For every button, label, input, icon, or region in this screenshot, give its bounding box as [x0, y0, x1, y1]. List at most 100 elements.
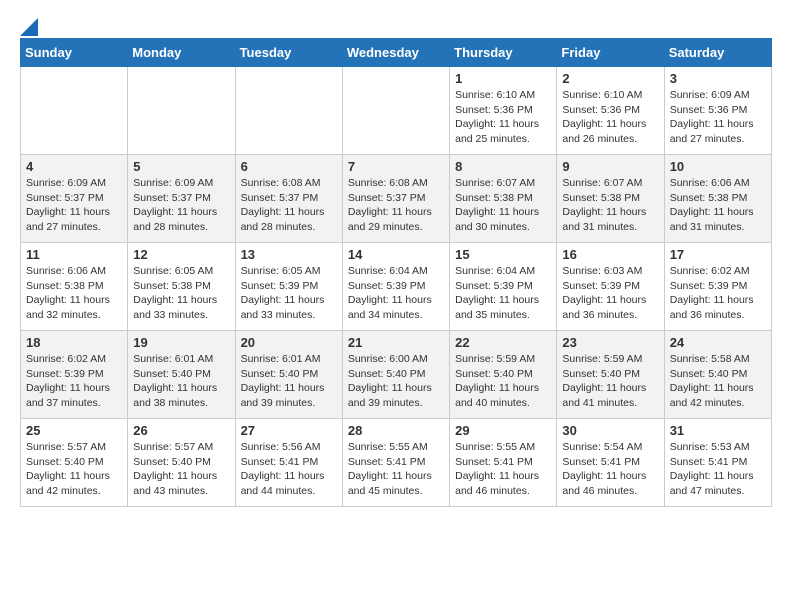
day-number: 10 — [670, 159, 766, 174]
calendar-cell: 17 Sunrise: 6:02 AMSunset: 5:39 PMDayligh… — [664, 243, 771, 331]
day-number: 9 — [562, 159, 658, 174]
calendar-cell: 15 Sunrise: 6:04 AMSunset: 5:39 PMDayligh… — [450, 243, 557, 331]
day-info: Sunrise: 5:59 AMSunset: 5:40 PMDaylight:… — [455, 352, 551, 411]
calendar-week-row: 25 Sunrise: 5:57 AMSunset: 5:40 PMDayligh… — [21, 419, 772, 507]
calendar-cell — [21, 67, 128, 155]
calendar-cell: 6Sunrise: 6:08 AMSunset: 5:37 PMDaylight… — [235, 155, 342, 243]
day-info: Sunrise: 6:02 AMSunset: 5:39 PMDaylight:… — [670, 264, 766, 323]
day-number: 11 — [26, 247, 122, 262]
calendar-cell: 25 Sunrise: 5:57 AMSunset: 5:40 PMDayligh… — [21, 419, 128, 507]
calendar-cell: 4 Sunrise: 6:09 AMSunset: 5:37 PMDaylight… — [21, 155, 128, 243]
day-number: 26 — [133, 423, 229, 438]
day-number: 15 — [455, 247, 551, 262]
calendar-cell — [235, 67, 342, 155]
day-info: Sunrise: 6:00 AMSunset: 5:40 PMDaylight:… — [348, 352, 444, 411]
day-info: Sunrise: 6:02 AMSunset: 5:39 PMDaylight:… — [26, 352, 122, 411]
day-info: Sunrise: 5:57 AMSunset: 5:40 PMDaylight:… — [133, 440, 229, 499]
day-info: Sunrise: 5:53 AMSunset: 5:41 PMDaylight:… — [670, 440, 766, 499]
day-info: Sunrise: 6:07 AMSunset: 5:38 PMDaylight:… — [562, 176, 658, 235]
day-info: Sunrise: 5:58 AMSunset: 5:40 PMDaylight:… — [670, 352, 766, 411]
day-info: Sunrise: 6:10 AMSunset: 5:36 PMDaylight:… — [455, 88, 551, 147]
calendar-cell — [128, 67, 235, 155]
calendar-week-row: 18 Sunrise: 6:02 AMSunset: 5:39 PMDayligh… — [21, 331, 772, 419]
day-info: Sunrise: 6:06 AMSunset: 5:38 PMDaylight:… — [670, 176, 766, 235]
calendar-cell: 22 Sunrise: 5:59 AMSunset: 5:40 PMDayligh… — [450, 331, 557, 419]
day-number: 5 — [133, 159, 229, 174]
day-number: 7 — [348, 159, 444, 174]
day-info: Sunrise: 5:55 AMSunset: 5:41 PMDaylight:… — [348, 440, 444, 499]
day-number: 8 — [455, 159, 551, 174]
calendar-cell: 18 Sunrise: 6:02 AMSunset: 5:39 PMDayligh… — [21, 331, 128, 419]
day-info: Sunrise: 6:04 AMSunset: 5:39 PMDaylight:… — [455, 264, 551, 323]
day-info: Sunrise: 6:07 AMSunset: 5:38 PMDaylight:… — [455, 176, 551, 235]
day-info: Sunrise: 6:10 AMSunset: 5:36 PMDaylight:… — [562, 88, 658, 147]
calendar-header-sunday: Sunday — [21, 39, 128, 67]
day-number: 23 — [562, 335, 658, 350]
calendar-week-row: 4 Sunrise: 6:09 AMSunset: 5:37 PMDaylight… — [21, 155, 772, 243]
day-number: 2 — [562, 71, 658, 86]
day-number: 30 — [562, 423, 658, 438]
day-number: 22 — [455, 335, 551, 350]
calendar-cell: 5 Sunrise: 6:09 AMSunset: 5:37 PMDaylight… — [128, 155, 235, 243]
day-number: 18 — [26, 335, 122, 350]
day-number: 1 — [455, 71, 551, 86]
calendar-week-row: 11Sunrise: 6:06 AMSunset: 5:38 PMDayligh… — [21, 243, 772, 331]
day-number: 27 — [241, 423, 337, 438]
calendar-cell: 12Sunrise: 6:05 AMSunset: 5:38 PMDayligh… — [128, 243, 235, 331]
day-info: Sunrise: 5:57 AMSunset: 5:40 PMDaylight:… — [26, 440, 122, 499]
day-info: Sunrise: 6:01 AMSunset: 5:40 PMDaylight:… — [241, 352, 337, 411]
calendar-header-friday: Friday — [557, 39, 664, 67]
calendar-header-tuesday: Tuesday — [235, 39, 342, 67]
day-number: 16 — [562, 247, 658, 262]
calendar-cell: 21 Sunrise: 6:00 AMSunset: 5:40 PMDayligh… — [342, 331, 449, 419]
day-number: 13 — [241, 247, 337, 262]
day-info: Sunrise: 6:09 AMSunset: 5:37 PMDaylight:… — [133, 176, 229, 235]
calendar-cell: 29 Sunrise: 5:55 AMSunset: 5:41 PMDayligh… — [450, 419, 557, 507]
calendar-cell: 9 Sunrise: 6:07 AMSunset: 5:38 PMDaylight… — [557, 155, 664, 243]
day-number: 21 — [348, 335, 444, 350]
day-number: 12 — [133, 247, 229, 262]
calendar-cell: 14 Sunrise: 6:04 AMSunset: 5:39 PMDayligh… — [342, 243, 449, 331]
day-info: Sunrise: 6:04 AMSunset: 5:39 PMDaylight:… — [348, 264, 444, 323]
calendar-cell: 24 Sunrise: 5:58 AMSunset: 5:40 PMDayligh… — [664, 331, 771, 419]
calendar-cell — [342, 67, 449, 155]
day-number: 31 — [670, 423, 766, 438]
day-info: Sunrise: 5:56 AMSunset: 5:41 PMDaylight:… — [241, 440, 337, 499]
calendar-cell: 16 Sunrise: 6:03 AMSunset: 5:39 PMDayligh… — [557, 243, 664, 331]
day-info: Sunrise: 6:08 AMSunset: 5:37 PMDaylight:… — [241, 176, 337, 235]
day-number: 24 — [670, 335, 766, 350]
calendar-table: SundayMondayTuesdayWednesdayThursdayFrid… — [20, 38, 772, 507]
calendar-header-thursday: Thursday — [450, 39, 557, 67]
day-number: 4 — [26, 159, 122, 174]
calendar-cell: 26 Sunrise: 5:57 AMSunset: 5:40 PMDayligh… — [128, 419, 235, 507]
day-info: Sunrise: 6:03 AMSunset: 5:39 PMDaylight:… — [562, 264, 658, 323]
calendar-cell: 3Sunrise: 6:09 AMSunset: 5:36 PMDaylight… — [664, 67, 771, 155]
calendar-cell: 8 Sunrise: 6:07 AMSunset: 5:38 PMDaylight… — [450, 155, 557, 243]
calendar-cell: 13Sunrise: 6:05 AMSunset: 5:39 PMDayligh… — [235, 243, 342, 331]
calendar-header-wednesday: Wednesday — [342, 39, 449, 67]
calendar-cell: 31 Sunrise: 5:53 AMSunset: 5:41 PMDayligh… — [664, 419, 771, 507]
page-header — [20, 20, 772, 22]
day-info: Sunrise: 6:09 AMSunset: 5:37 PMDaylight:… — [26, 176, 122, 235]
logo-triangle-icon — [20, 18, 38, 36]
calendar-cell: 28Sunrise: 5:55 AMSunset: 5:41 PMDayligh… — [342, 419, 449, 507]
day-info: Sunrise: 5:59 AMSunset: 5:40 PMDaylight:… — [562, 352, 658, 411]
day-number: 17 — [670, 247, 766, 262]
calendar-header-monday: Monday — [128, 39, 235, 67]
day-info: Sunrise: 6:09 AMSunset: 5:36 PMDaylight:… — [670, 88, 766, 147]
day-info: Sunrise: 5:55 AMSunset: 5:41 PMDaylight:… — [455, 440, 551, 499]
calendar-header-row: SundayMondayTuesdayWednesdayThursdayFrid… — [21, 39, 772, 67]
day-number: 20 — [241, 335, 337, 350]
calendar-cell: 7 Sunrise: 6:08 AMSunset: 5:37 PMDaylight… — [342, 155, 449, 243]
calendar-cell: 19Sunrise: 6:01 AMSunset: 5:40 PMDayligh… — [128, 331, 235, 419]
calendar-cell: 2 Sunrise: 6:10 AMSunset: 5:36 PMDaylight… — [557, 67, 664, 155]
day-info: Sunrise: 5:54 AMSunset: 5:41 PMDaylight:… — [562, 440, 658, 499]
day-number: 29 — [455, 423, 551, 438]
calendar-header-saturday: Saturday — [664, 39, 771, 67]
day-number: 25 — [26, 423, 122, 438]
day-number: 14 — [348, 247, 444, 262]
day-info: Sunrise: 6:08 AMSunset: 5:37 PMDaylight:… — [348, 176, 444, 235]
day-info: Sunrise: 6:01 AMSunset: 5:40 PMDaylight:… — [133, 352, 229, 411]
calendar-cell: 20 Sunrise: 6:01 AMSunset: 5:40 PMDayligh… — [235, 331, 342, 419]
calendar-cell: 11Sunrise: 6:06 AMSunset: 5:38 PMDayligh… — [21, 243, 128, 331]
